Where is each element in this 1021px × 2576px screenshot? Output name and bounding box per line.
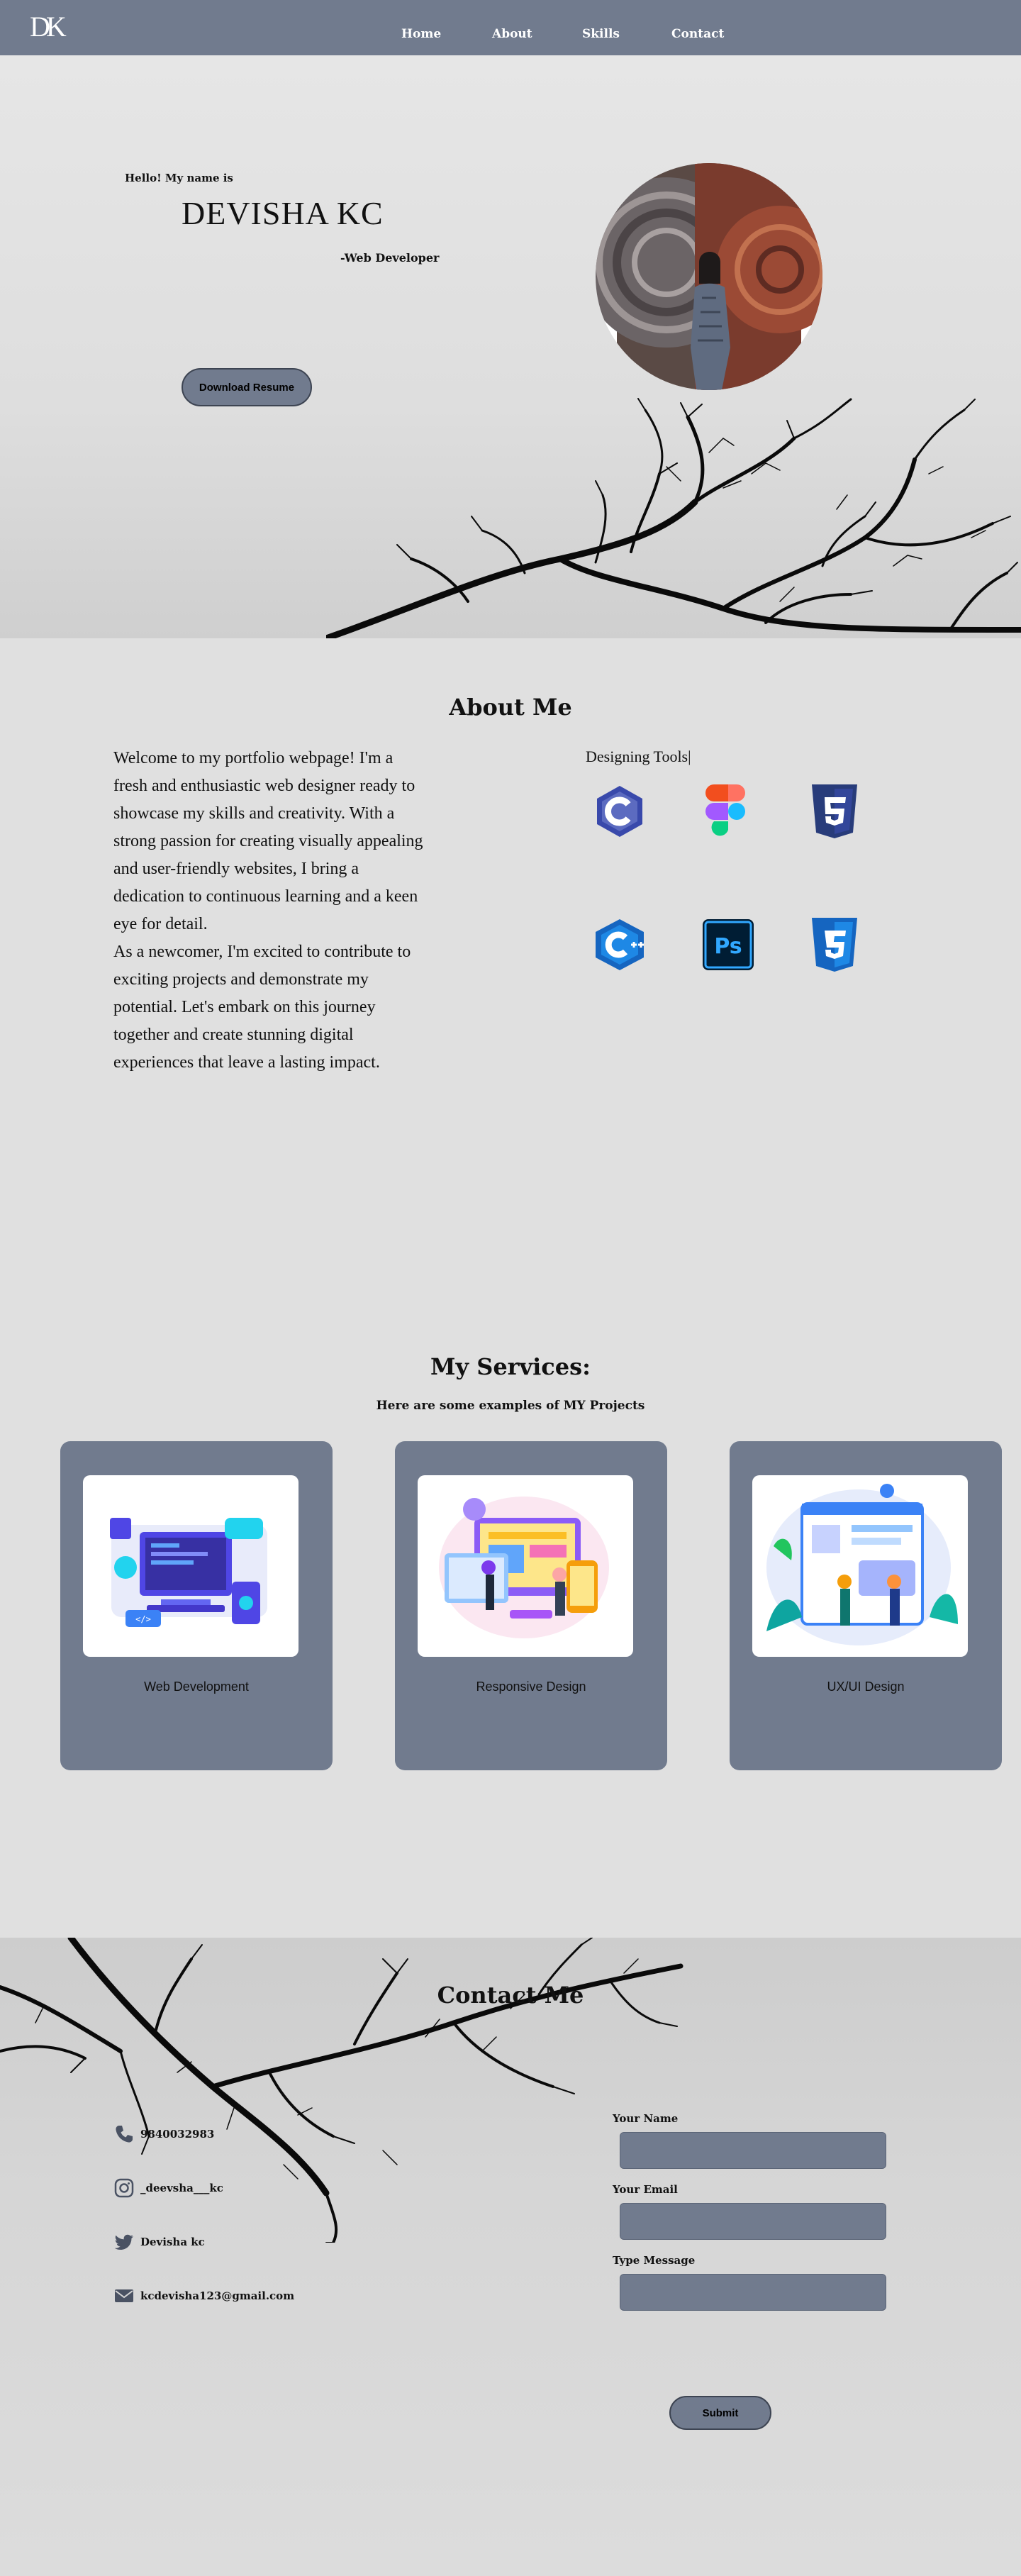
service-card-ux-ui-design[interactable]: UX/UI Design [730,1441,1002,1770]
contact-phone[interactable]: 9840032983 [113,2123,214,2145]
top-navbar: DK Home About Skills Contact [0,0,1021,55]
svg-text:Ps: Ps [714,934,742,959]
contact-twitter[interactable]: Devisha kc [113,2231,205,2253]
services-title: My Services: [430,1353,591,1380]
email-address: kcdevisha123@gmail.com [140,2289,295,2302]
email-input[interactable] [620,2203,886,2240]
instagram-handle: _deevsha___kc [140,2182,223,2194]
service-label-ux-ui-design: UX/UI Design [827,1680,905,1694]
services-subtitle: Here are some examples of MY Projects [376,1399,645,1413]
message-field-label: Type Message [613,2254,696,2267]
message-input[interactable] [620,2274,886,2311]
designing-tools-label: Designing Tools| [586,748,691,765]
about-title: About Me [449,694,572,721]
html5-icon [805,782,864,841]
contact-instagram[interactable]: _deevsha___kc [113,2177,223,2199]
nav-link-skills[interactable]: Skills [582,27,620,41]
name-input[interactable] [620,2132,886,2169]
contact-email[interactable]: kcdevisha123@gmail.com [113,2285,294,2306]
about-paragraph-1: Welcome to my portfolio webpage! I'm a f… [113,749,423,933]
submit-button[interactable]: Submit [669,2396,771,2430]
cpp-icon [590,915,649,975]
phone-icon [116,2126,133,2143]
responsive-design-illustration [418,1475,633,1657]
instagram-icon [114,2178,134,2198]
figma-icon [698,782,758,841]
download-resume-button[interactable]: Download Resume [182,368,312,406]
twitter-handle: Devisha kc [140,2236,205,2248]
envelope-icon [115,2289,133,2302]
web-development-illustration: </> [83,1475,299,1657]
about-paragraph-2: As a newcomer, I'm excited to contribute… [113,943,411,1072]
name-field-label: Your Name [613,2112,679,2125]
email-field-label: Your Email [613,2183,678,2196]
photoshop-icon: Ps [698,915,758,975]
hero-section: Hello! My name is DEVISHA KC -Web Develo… [0,55,1021,638]
c-icon [590,782,649,841]
hero-greeting: Hello! My name is [125,172,233,184]
hero-name: DEVISHA KC [182,195,384,231]
ux-ui-design-illustration [752,1475,968,1657]
svg-text:</>: </> [135,1614,151,1624]
service-card-web-development[interactable]: </> Web Development [60,1441,333,1770]
contact-title: Contact Me [437,1982,584,2009]
hero-role: -Web Developer [340,251,440,265]
service-label-responsive-design: Responsive Design [476,1680,586,1694]
phone-number: 9840032983 [140,2128,215,2141]
tree-branches-image [326,398,1021,638]
site-logo[interactable]: DK [30,13,67,41]
nav-link-about[interactable]: About [492,27,532,41]
profile-photo [596,163,822,390]
nav-link-contact[interactable]: Contact [671,27,724,41]
nav-link-home[interactable]: Home [401,27,441,41]
service-card-responsive-design[interactable]: Responsive Design [395,1441,667,1770]
about-description: Welcome to my portfolio webpage! I'm a f… [113,745,425,1077]
profile-photo-image [596,163,822,390]
twitter-icon [114,2234,133,2250]
css3-icon [805,915,864,975]
service-label-web-development: Web Development [144,1680,249,1694]
contact-section: Contact Me 9840032983 _deevsha___kc Devi… [0,1938,1021,2576]
